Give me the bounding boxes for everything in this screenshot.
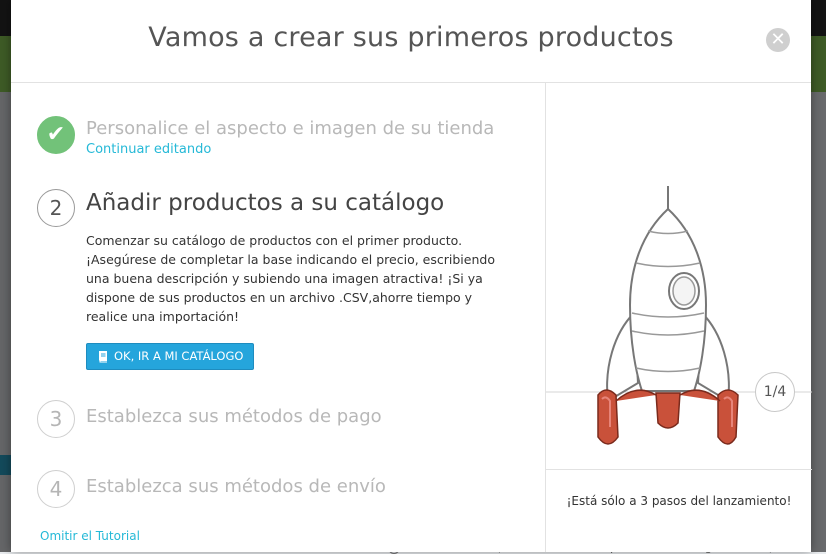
progress-panel: 1/4 ¡Está sólo a 3 pasos del lanzamiento… — [545, 83, 812, 552]
onboarding-modal: Vamos a crear sus primeros productos ✕ ✔… — [11, 0, 812, 552]
skip-tutorial-link[interactable]: Omitir el Tutorial — [40, 529, 140, 543]
step-2-description: Comenzar su catálogo de productos con el… — [86, 233, 495, 324]
check-icon: ✔ — [37, 116, 75, 154]
go-to-catalog-button[interactable]: OK, IR A MI CATÁLOGO — [86, 343, 255, 370]
step-3-title: Establezca sus métodos de pago — [86, 406, 382, 427]
step-3-number: 3 — [37, 400, 75, 438]
modal-header: Vamos a crear sus primeros productos ✕ — [11, 0, 811, 83]
launch-message: ¡Está sólo a 3 pasos del lanzamiento! — [566, 494, 792, 508]
step-4-number: 4 — [37, 470, 75, 508]
go-to-catalog-label: OK, IR A MI CATÁLOGO — [114, 349, 244, 363]
step-1-title: Personalice el aspecto e imagen de su ti… — [86, 118, 495, 139]
close-icon: ✕ — [770, 29, 786, 50]
step-4-title: Establezca sus métodos de envío — [86, 476, 386, 497]
step-2-title: Añadir productos a su catálogo — [86, 190, 445, 216]
rocket-illustration: 1/4 — [546, 83, 812, 469]
close-button[interactable]: ✕ — [766, 28, 790, 52]
progress-divider — [546, 469, 812, 470]
step-2-number: 2 — [37, 189, 75, 227]
step-counter-badge: 1/4 — [755, 372, 795, 412]
continue-editing-link[interactable]: Continuar editando — [86, 142, 211, 157]
book-icon — [99, 351, 107, 363]
modal-title: Vamos a crear sus primeros productos — [148, 22, 674, 53]
steps-panel: ✔ Personalice el aspecto e imagen de su … — [11, 83, 545, 552]
